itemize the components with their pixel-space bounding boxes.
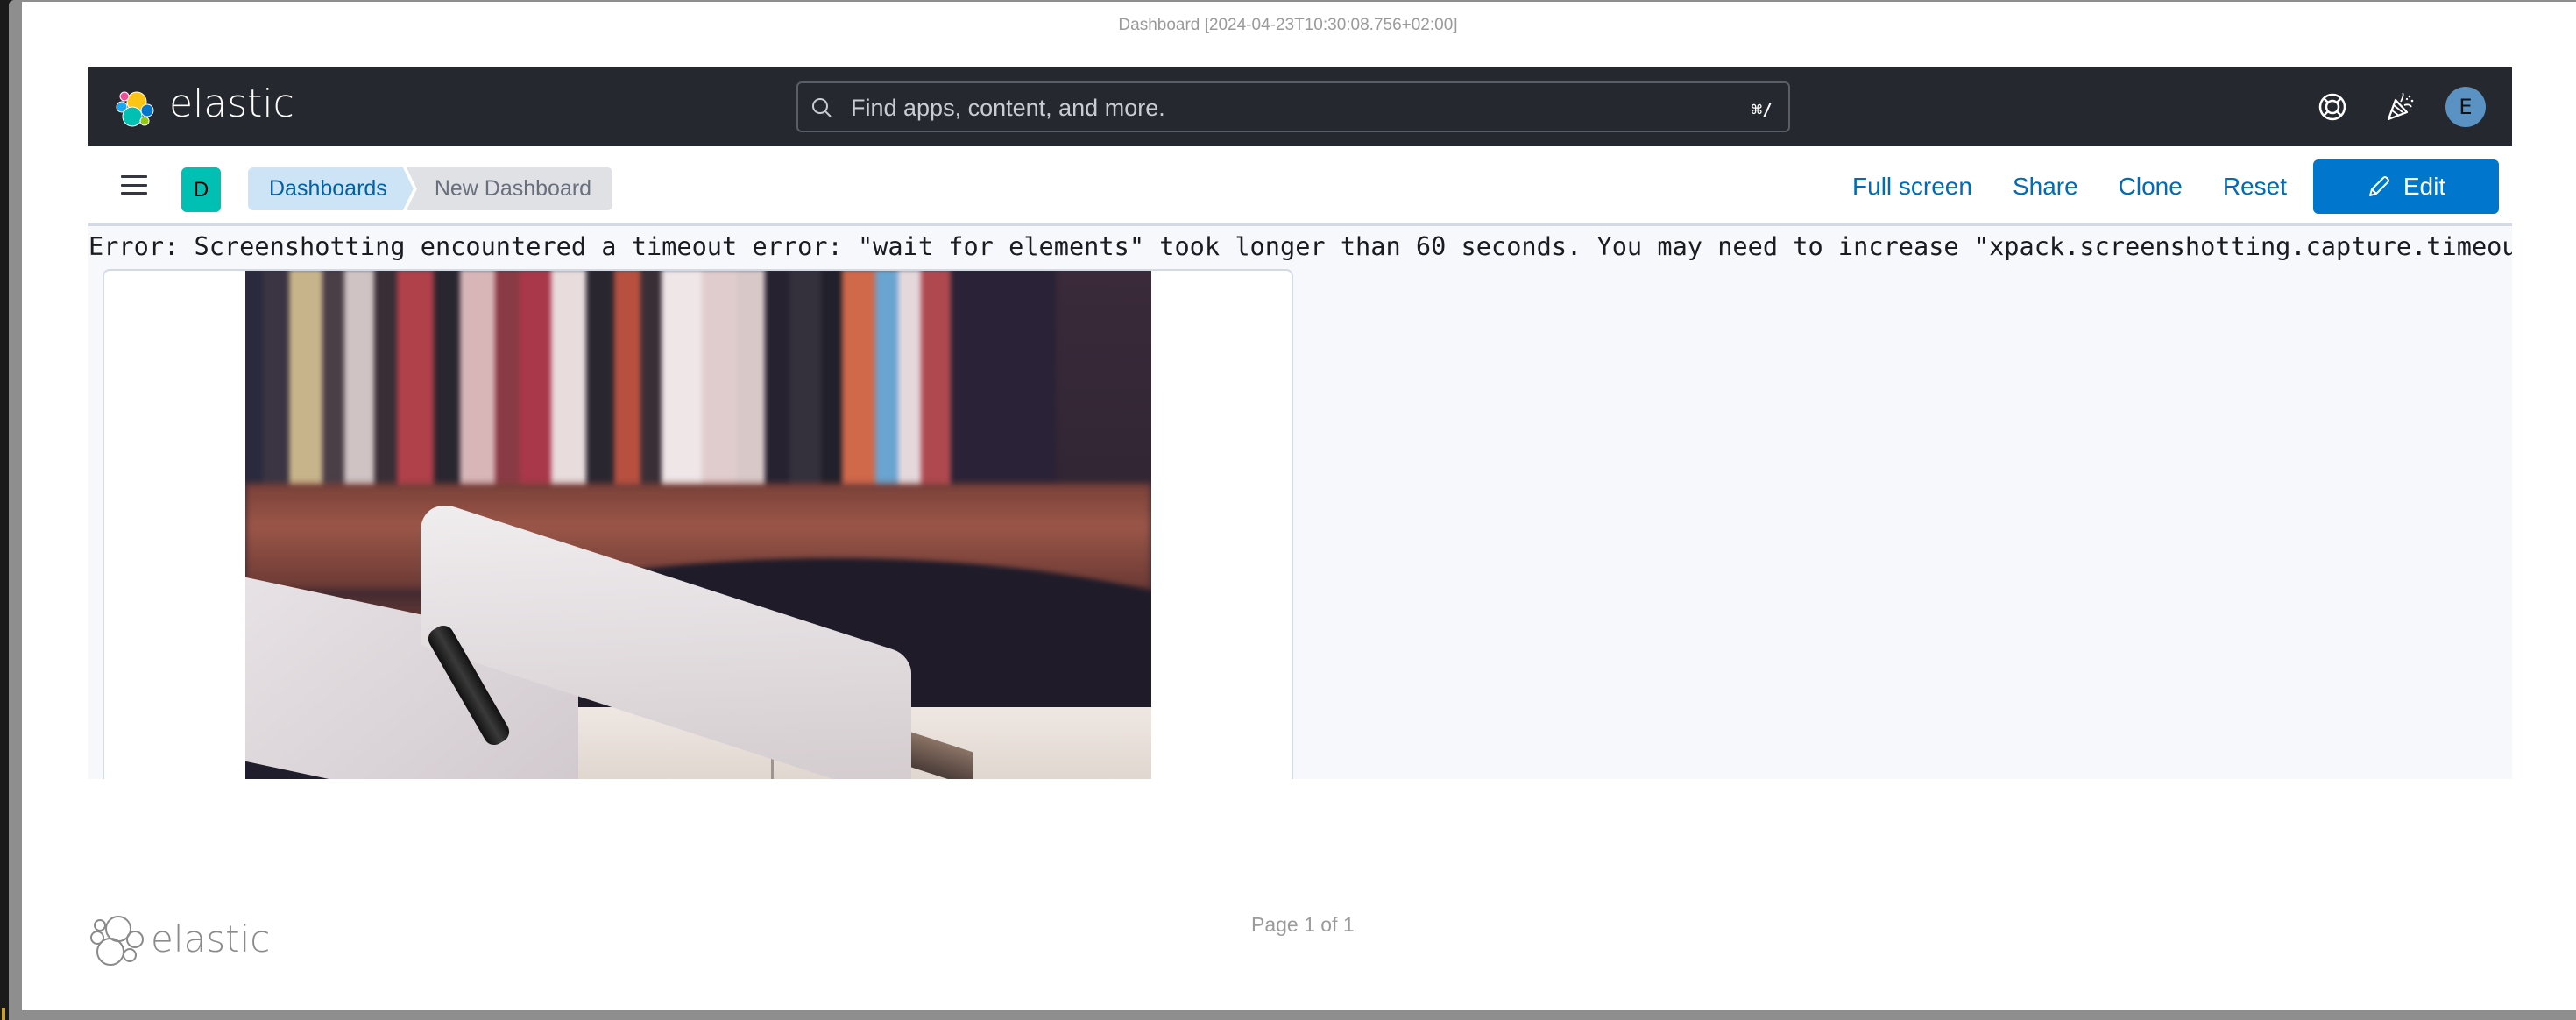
error-message: Error: Screenshotting encountered a time… xyxy=(88,231,2512,261)
whats-new-icon[interactable] xyxy=(2383,91,2415,123)
search-shortcut: ⌘/ xyxy=(1751,99,1773,120)
menu-icon xyxy=(121,183,147,187)
desktop-edge xyxy=(0,0,9,1020)
breadcrumb: Dashboards New Dashboard xyxy=(248,167,613,210)
footer-brand-text: elastic xyxy=(151,917,271,960)
search-icon xyxy=(812,98,832,117)
edit-button-label: Edit xyxy=(2403,173,2446,200)
desktop-edge-mark xyxy=(2,1008,5,1020)
user-avatar[interactable]: E xyxy=(2445,87,2486,127)
breadcrumb-dashboards[interactable]: Dashboards xyxy=(248,167,414,210)
dashboard-actions: Full screen Share Clone Reset Edit xyxy=(1852,159,2499,214)
image-panel[interactable] xyxy=(103,269,1293,779)
edit-button[interactable]: Edit xyxy=(2313,159,2499,214)
pencil-icon xyxy=(2368,176,2389,196)
elastic-logo-icon[interactable] xyxy=(116,89,154,128)
reset-button[interactable]: Reset xyxy=(2223,173,2287,201)
breadcrumb-current: New Dashboard xyxy=(406,167,613,210)
page-number: Page 1 of 1 xyxy=(1251,913,1355,936)
bookshelf-graphic xyxy=(245,271,1151,488)
share-button[interactable]: Share xyxy=(2013,173,2078,201)
dashboard-nav-bar: D Dashboards New Dashboard Full screen S… xyxy=(88,146,2512,226)
menu-icon xyxy=(121,192,147,195)
dashboard-viewport: Error: Screenshotting encountered a time… xyxy=(88,226,2512,779)
panel-image xyxy=(245,271,1151,779)
search-placeholder: Find apps, content, and more. xyxy=(851,95,1165,121)
elastic-footer-logo-icon xyxy=(90,916,144,966)
kibana-header: elastic Find apps, content, and more. ⌘/… xyxy=(88,67,2512,146)
clone-button[interactable]: Clone xyxy=(2119,173,2183,201)
menu-icon xyxy=(121,175,147,178)
global-search-input[interactable]: Find apps, content, and more. ⌘/ xyxy=(796,81,1790,132)
space-selector[interactable]: D xyxy=(181,167,221,212)
help-icon[interactable] xyxy=(2317,91,2348,123)
full-screen-button[interactable]: Full screen xyxy=(1852,173,1972,201)
document-title: Dashboard [2024-04-23T10:30:08.756+02:00… xyxy=(1118,16,1458,34)
menu-toggle-button[interactable] xyxy=(121,175,147,195)
elastic-brand-text[interactable]: elastic xyxy=(169,81,294,126)
